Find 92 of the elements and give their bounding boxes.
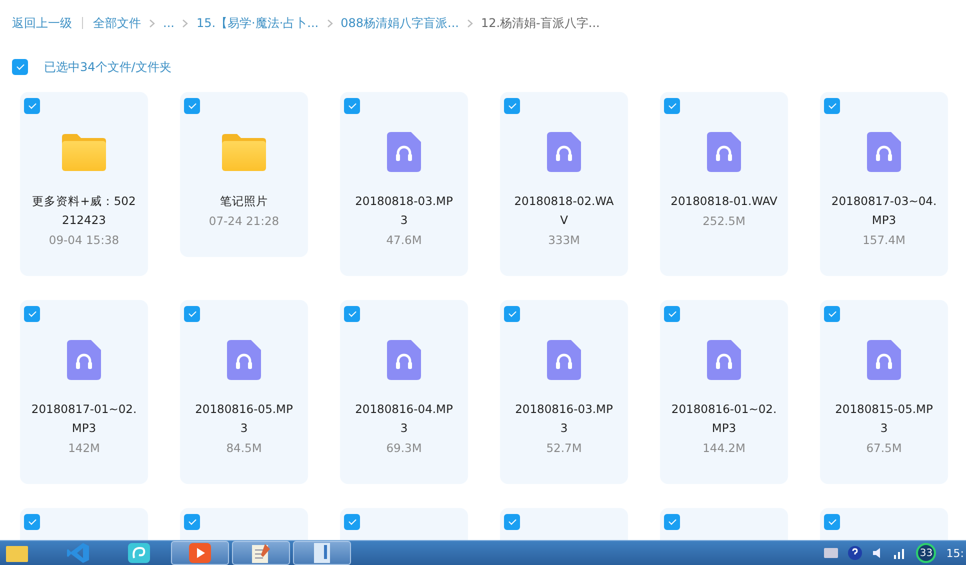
audio-file-icon: [546, 340, 582, 380]
breadcrumb-link[interactable]: ...: [163, 16, 174, 30]
app-icon: [128, 543, 150, 563]
audio-file-icon: [706, 132, 742, 172]
file-checkbox[interactable]: [344, 514, 360, 530]
file-info: 52.7M: [546, 440, 582, 457]
file-checkbox[interactable]: [24, 514, 40, 530]
file-info: 157.4M: [862, 232, 906, 249]
taskbar-app-button[interactable]: [232, 541, 290, 565]
breadcrumb-link[interactable]: 12.杨清娟-盲派八字...: [480, 14, 600, 32]
audio-file-icon: [386, 132, 422, 172]
file-checkbox[interactable]: [24, 306, 40, 322]
file-name: 更多资料+威：502 212423: [31, 193, 137, 229]
keyboard-icon: [824, 548, 838, 558]
file-info: 144.2M: [702, 440, 746, 457]
file-checkbox[interactable]: [824, 514, 840, 530]
audio-file-icon: [546, 132, 582, 172]
file-card[interactable]: 20180816-01~02. MP3 144.2M: [660, 300, 788, 484]
file-info: 142M: [68, 440, 100, 457]
breadcrumb-link[interactable]: 088杨清娟八字盲派...: [340, 14, 459, 32]
audio-file-icon: [386, 340, 422, 380]
file-checkbox[interactable]: [24, 98, 40, 114]
file-checkbox[interactable]: [504, 514, 520, 530]
file-card[interactable]: 20180818-03.MP 3 47.6M: [340, 92, 468, 276]
breadcrumb-link[interactable]: 全部文件: [93, 14, 141, 32]
file-name: 20180818-03.MP 3: [354, 193, 454, 229]
file-checkbox[interactable]: [504, 306, 520, 322]
file-name: 20180815-05.MP 3: [834, 401, 934, 437]
file-name: 20180818-02.WA V: [513, 193, 615, 229]
file-name: 20180816-05.MP 3: [194, 401, 294, 437]
folder-icon: [6, 544, 28, 562]
notepad-icon: [251, 543, 271, 563]
file-info: 47.6M: [386, 232, 422, 249]
taskbar-app-button[interactable]: [171, 541, 229, 565]
chevron-icon: [149, 18, 155, 28]
file-name: 20180817-03~04. MP3: [830, 193, 938, 229]
clock: 15:: [946, 546, 964, 560]
help-icon: [848, 546, 862, 560]
file-info: 09-04 15:38: [48, 232, 120, 249]
file-name: 20180816-04.MP 3: [354, 401, 454, 437]
file-info: 67.5M: [866, 440, 902, 457]
file-card[interactable]: 20180815-05.MP 3 67.5M: [820, 300, 948, 484]
tray-badge[interactable]: 33: [916, 543, 936, 563]
file-info: 07-24 21:28: [208, 213, 280, 230]
play-icon: [189, 543, 211, 563]
taskbar-app-button[interactable]: [293, 541, 351, 565]
file-info: 333M: [548, 232, 580, 249]
audio-file-icon: [866, 340, 902, 380]
file-name: 20180816-03.MP 3: [514, 401, 614, 437]
file-info: 84.5M: [226, 440, 262, 457]
file-checkbox[interactable]: [504, 98, 520, 114]
audio-file-icon: [706, 340, 742, 380]
file-checkbox[interactable]: [184, 306, 200, 322]
file-info: 69.3M: [386, 440, 422, 457]
file-checkbox[interactable]: [344, 306, 360, 322]
file-name: 20180816-01~02. MP3: [670, 401, 778, 437]
code-editor-icon: [67, 543, 89, 563]
file-card[interactable]: 20180818-02.WA V 333M: [500, 92, 628, 276]
select-all-checkbox[interactable]: [12, 59, 28, 75]
file-checkbox[interactable]: [184, 514, 200, 530]
file-card[interactable]: 笔记照片 07-24 21:28: [180, 92, 308, 257]
file-info: 252.5M: [702, 213, 746, 230]
folder-icon: [221, 132, 267, 172]
chevron-icon: [466, 18, 473, 28]
audio-file-icon: [866, 132, 902, 172]
audio-file-icon: [226, 340, 262, 380]
chevron-icon: [326, 18, 333, 28]
signal-icon: [894, 547, 906, 559]
file-checkbox[interactable]: [664, 98, 680, 114]
chevron-icon: [182, 18, 188, 28]
audio-file-icon: [66, 340, 102, 380]
file-checkbox[interactable]: [344, 98, 360, 114]
file-name: 笔记照片: [219, 193, 269, 210]
back-link[interactable]: 返回上一级: [12, 14, 72, 32]
file-card[interactable]: 20180816-03.MP 3 52.7M: [500, 300, 628, 484]
file-card[interactable]: 20180816-04.MP 3 69.3M: [340, 300, 468, 484]
file-card[interactable]: 20180817-03~04. MP3 157.4M: [820, 92, 948, 276]
file-checkbox[interactable]: [664, 514, 680, 530]
file-card[interactable]: 20180817-01~02. MP3 142M: [20, 300, 148, 484]
file-name: 20180817-01~02. MP3: [30, 401, 138, 437]
breadcrumb-link[interactable]: 15.【易学·魔法·占卜...: [196, 14, 319, 32]
selection-count-label: 已选中34个文件/文件夹: [44, 58, 172, 76]
file-checkbox[interactable]: [824, 306, 840, 322]
file-checkbox[interactable]: [824, 98, 840, 114]
file-name: 20180818-01.WAV: [670, 193, 778, 210]
file-card[interactable]: 更多资料+威：502 212423 09-04 15:38: [20, 92, 148, 276]
file-card[interactable]: 20180816-05.MP 3 84.5M: [180, 300, 308, 484]
file-checkbox[interactable]: [184, 98, 200, 114]
file-card[interactable]: 20180818-01.WAV 252.5M: [660, 92, 788, 276]
document-icon: [313, 543, 331, 563]
file-checkbox[interactable]: [664, 306, 680, 322]
folder-icon: [61, 132, 107, 172]
